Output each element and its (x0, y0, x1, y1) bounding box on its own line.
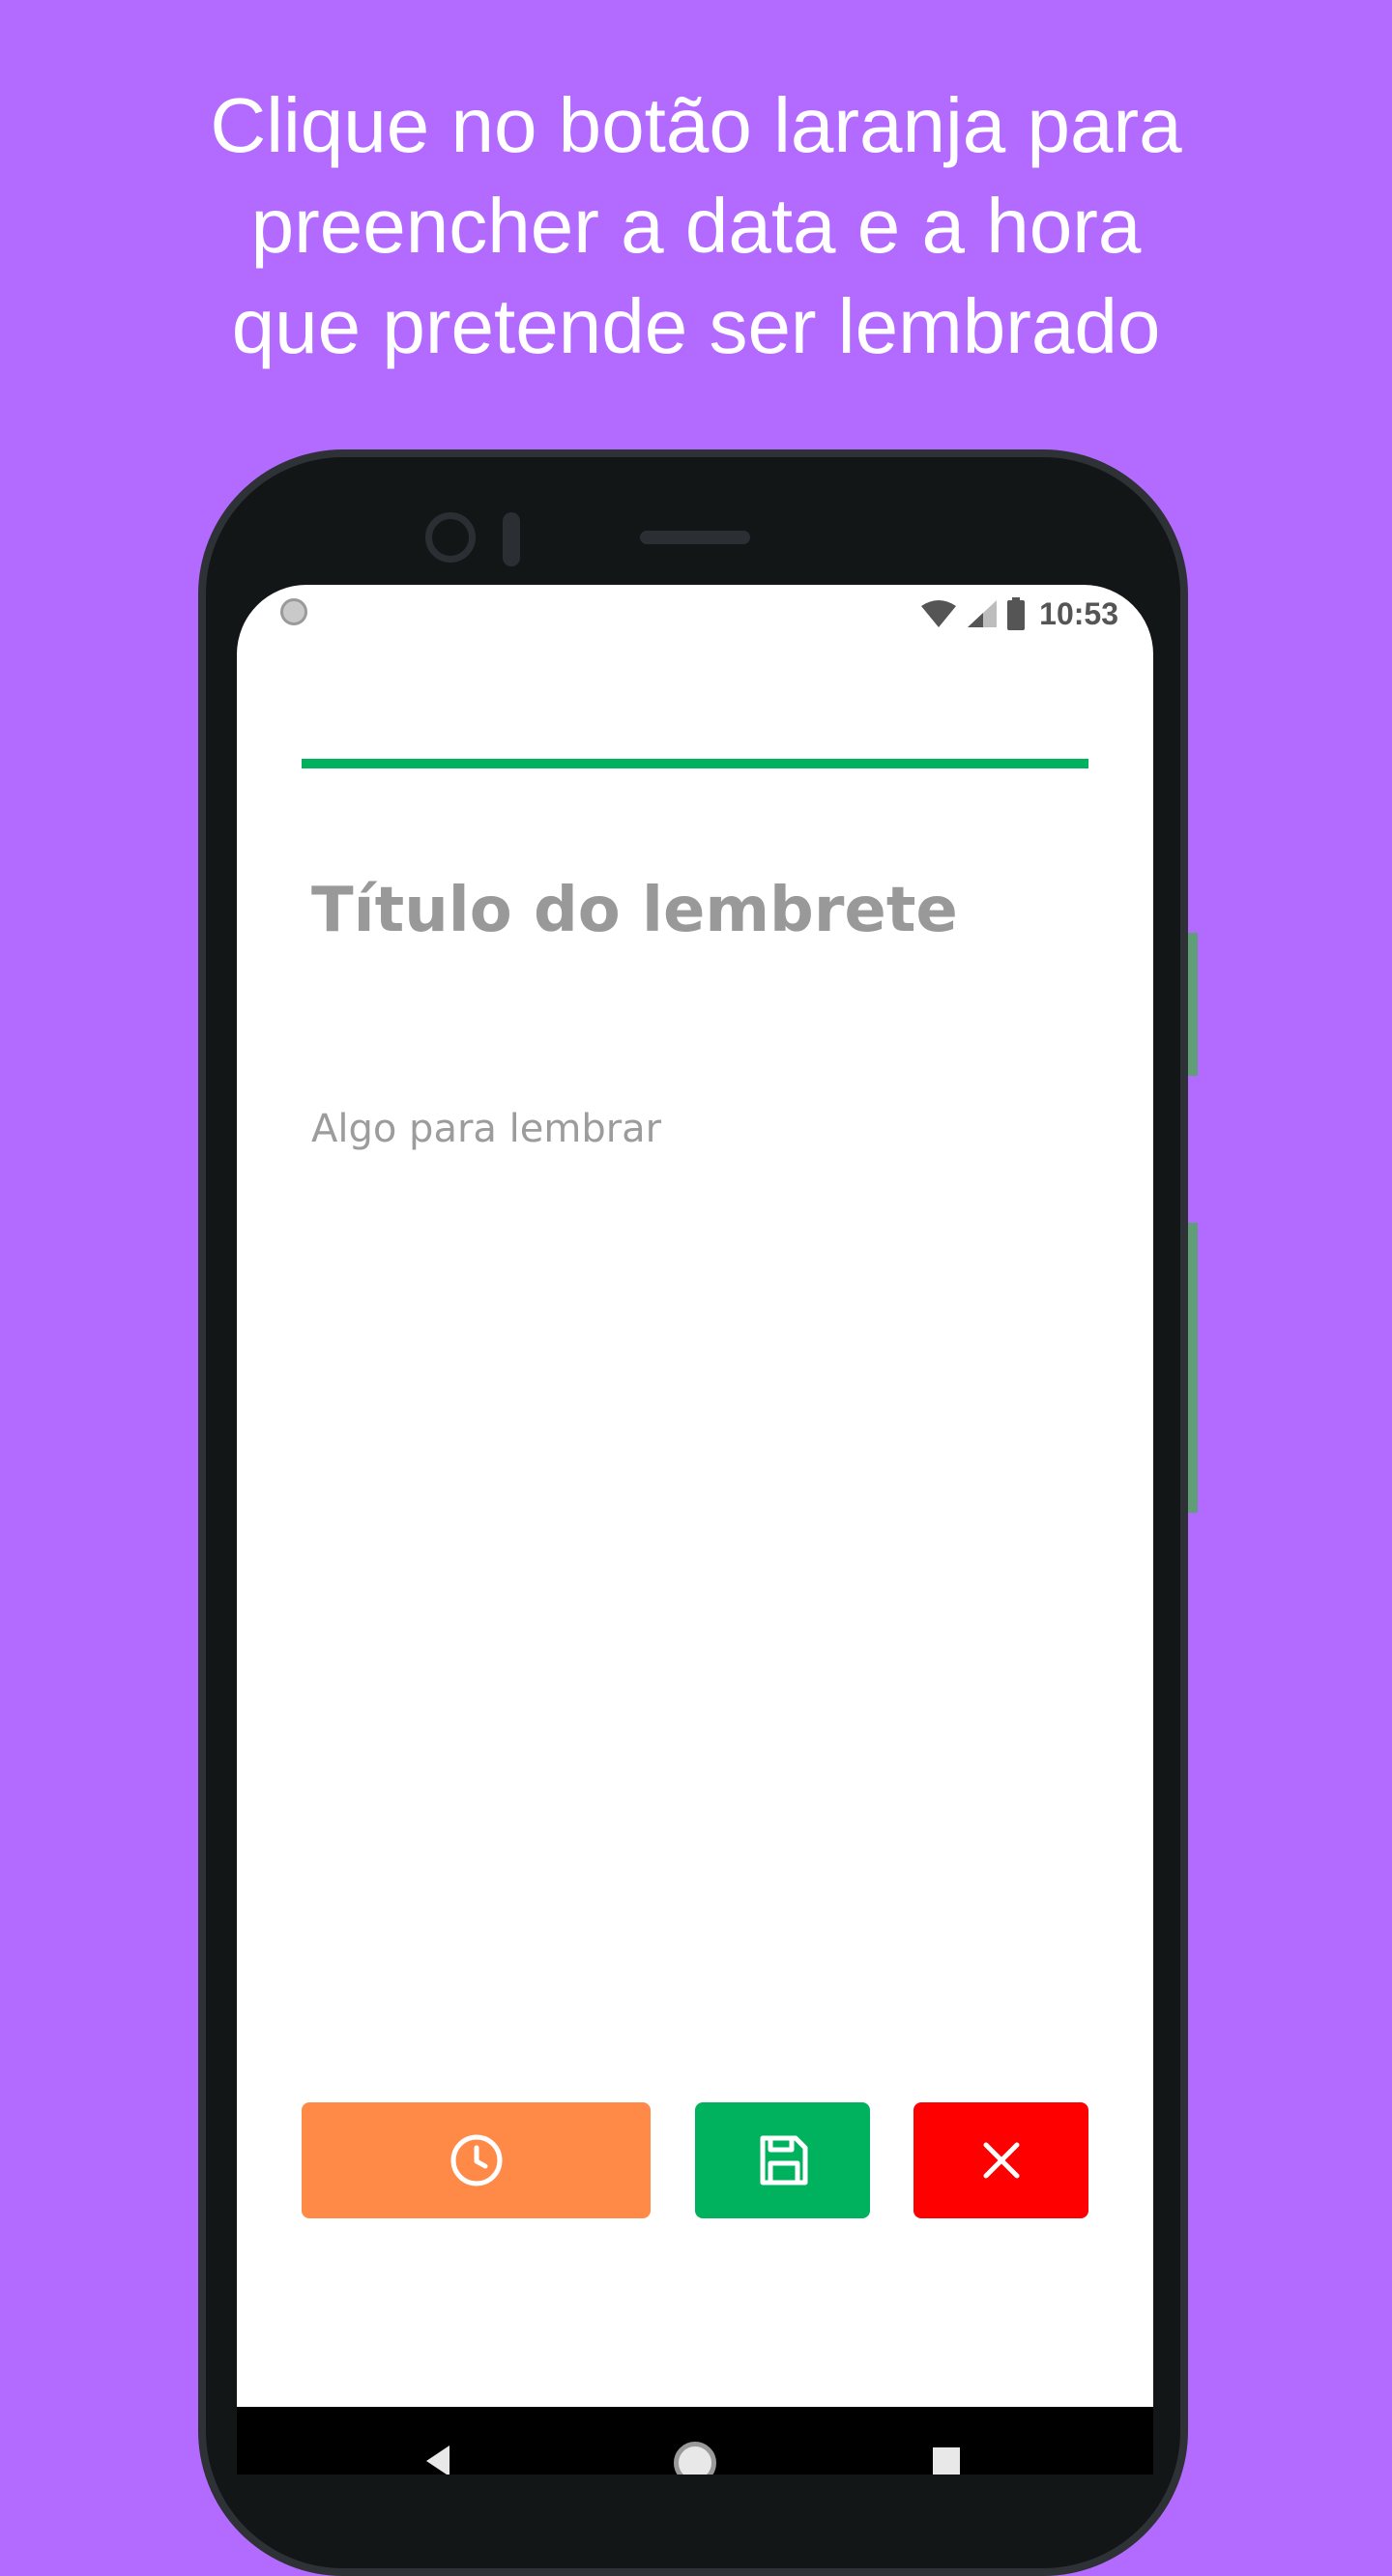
promo-headline: Clique no botão laranja para preencher a… (0, 75, 1392, 377)
close-icon (983, 2142, 1019, 2179)
navigation-bar (237, 2407, 1153, 2475)
phone-volume-button (1188, 1223, 1198, 1513)
cancel-button[interactable] (914, 2102, 1088, 2218)
battery-icon (1007, 597, 1026, 630)
status-icons: 10:53 (919, 596, 1118, 631)
signal-icon (968, 600, 998, 627)
notification-dot-icon (280, 598, 307, 625)
save-icon (760, 2135, 807, 2185)
back-icon[interactable] (426, 2446, 450, 2475)
wifi-icon (921, 600, 957, 627)
status-bar: 10:53 (237, 585, 1153, 643)
recents-icon[interactable] (933, 2447, 960, 2475)
reminder-title-input[interactable] (311, 875, 1085, 946)
clock-icon (450, 2134, 502, 2186)
phone-camera (425, 512, 476, 563)
status-time: 10:53 (1039, 595, 1118, 631)
phone-screen: 10:53 (237, 585, 1153, 2475)
headline-line-2: preencher a data e a hora (250, 183, 1142, 269)
phone-sensor (503, 512, 520, 566)
phone-speaker (640, 531, 750, 544)
accent-divider (302, 759, 1088, 768)
headline-line-1: Clique no botão laranja para (210, 82, 1182, 168)
reminder-body-input[interactable] (311, 1107, 1085, 1687)
home-icon[interactable] (674, 2442, 716, 2475)
save-button[interactable] (695, 2102, 870, 2218)
headline-line-3: que pretende ser lembrado (231, 283, 1161, 369)
set-datetime-button[interactable] (302, 2102, 651, 2218)
phone-power-button (1188, 933, 1198, 1076)
